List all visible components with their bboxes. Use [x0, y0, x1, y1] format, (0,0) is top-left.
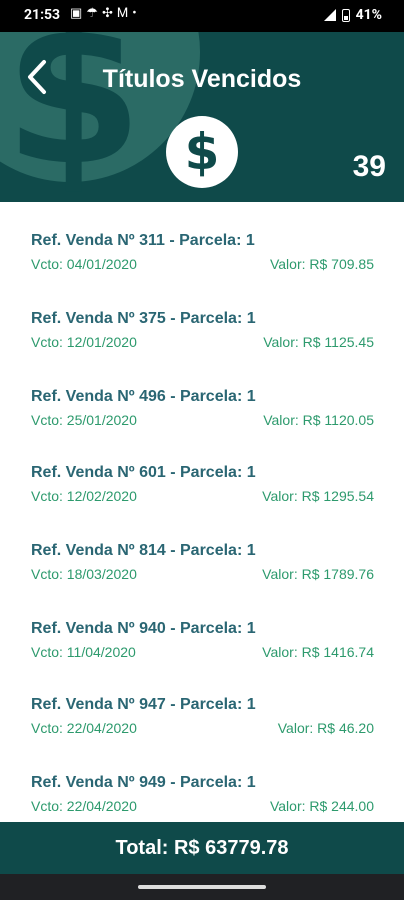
dollar-icon: $ — [184, 123, 220, 181]
item-due-date: Vcto: 12/02/2020 — [31, 488, 137, 504]
overdue-count: 39 — [352, 150, 386, 183]
list-item[interactable]: Ref. Venda Nº 496 - Parcela: 1 Vcto: 25/… — [0, 388, 404, 458]
item-title: Ref. Venda Nº 496 - Parcela: 1 — [31, 388, 256, 405]
status-time: 21:53 — [24, 7, 61, 23]
list-item[interactable]: Ref. Venda Nº 814 - Parcela: 1 Vcto: 18/… — [0, 542, 404, 612]
message-icon: ▣ — [70, 6, 87, 21]
fan-icon: ✣ — [101, 6, 117, 21]
list-item[interactable]: Ref. Venda Nº 949 - Parcela: 1 Vcto: 22/… — [0, 774, 404, 822]
home-gesture-handle[interactable] — [138, 885, 266, 889]
item-title: Ref. Venda Nº 601 - Parcela: 1 — [31, 464, 256, 481]
item-due-date: Vcto: 22/04/2020 — [31, 720, 137, 736]
total-amount: Total: R$ 63779.78 — [115, 836, 289, 859]
item-title: Ref. Venda Nº 375 - Parcela: 1 — [31, 310, 256, 327]
total-footer: Total: R$ 63779.78 — [0, 822, 404, 874]
item-due-date: Vcto: 11/04/2020 — [31, 644, 136, 660]
item-value: Valor: R$ 244.00 — [269, 798, 374, 814]
dollar-badge: $ — [166, 116, 238, 188]
battery-percent: 41% — [355, 7, 382, 23]
item-due-date: Vcto: 22/04/2020 — [31, 798, 137, 814]
item-value: Valor: R$ 1416.74 — [262, 644, 374, 660]
item-due-date: Vcto: 25/01/2020 — [31, 412, 137, 428]
dollar-watermark-icon: $ — [4, 32, 144, 202]
item-value: Valor: R$ 46.20 — [277, 720, 374, 736]
item-value: Valor: R$ 1125.45 — [263, 334, 374, 350]
item-value: Valor: R$ 1789.76 — [262, 566, 374, 582]
item-value: Valor: R$ 709.85 — [269, 256, 374, 272]
item-due-date: Vcto: 18/03/2020 — [31, 566, 137, 582]
item-title: Ref. Venda Nº 947 - Parcela: 1 — [31, 696, 256, 713]
notification-icons: ▣☂✣M• — [70, 6, 141, 21]
gmail-icon: M — [116, 6, 133, 21]
overdue-list: Ref. Venda Nº 311 - Parcela: 1 Vcto: 04/… — [0, 202, 404, 822]
system-nav-bar — [0, 874, 404, 900]
item-due-date: Vcto: 04/01/2020 — [31, 256, 137, 272]
item-title: Ref. Venda Nº 940 - Parcela: 1 — [31, 620, 256, 637]
item-value: Valor: R$ 1295.54 — [262, 488, 374, 504]
dot-icon: • — [132, 6, 141, 21]
battery-icon — [341, 8, 350, 22]
item-due-date: Vcto: 12/01/2020 — [31, 334, 137, 350]
list-item[interactable]: Ref. Venda Nº 375 - Parcela: 1 Vcto: 12/… — [0, 310, 404, 380]
signal-icon — [323, 9, 336, 21]
status-bar: 21:53 ▣☂✣M• 41% — [0, 0, 404, 32]
item-title: Ref. Venda Nº 949 - Parcela: 1 — [31, 774, 256, 791]
list-item[interactable]: Ref. Venda Nº 940 - Parcela: 1 Vcto: 11/… — [0, 620, 404, 690]
item-title: Ref. Venda Nº 311 - Parcela: 1 — [31, 232, 255, 249]
list-item[interactable]: Ref. Venda Nº 601 - Parcela: 1 Vcto: 12/… — [0, 464, 404, 534]
list-item[interactable]: Ref. Venda Nº 947 - Parcela: 1 Vcto: 22/… — [0, 696, 404, 766]
list-item[interactable]: Ref. Venda Nº 311 - Parcela: 1 Vcto: 04/… — [0, 232, 404, 302]
page-title: Títulos Vencidos — [102, 65, 302, 93]
header: $ Títulos Vencidos $ 39 — [0, 32, 404, 202]
item-title: Ref. Venda Nº 814 - Parcela: 1 — [31, 542, 256, 559]
weather-icon: ☂ — [86, 6, 102, 21]
item-value: Valor: R$ 1120.05 — [263, 412, 374, 428]
